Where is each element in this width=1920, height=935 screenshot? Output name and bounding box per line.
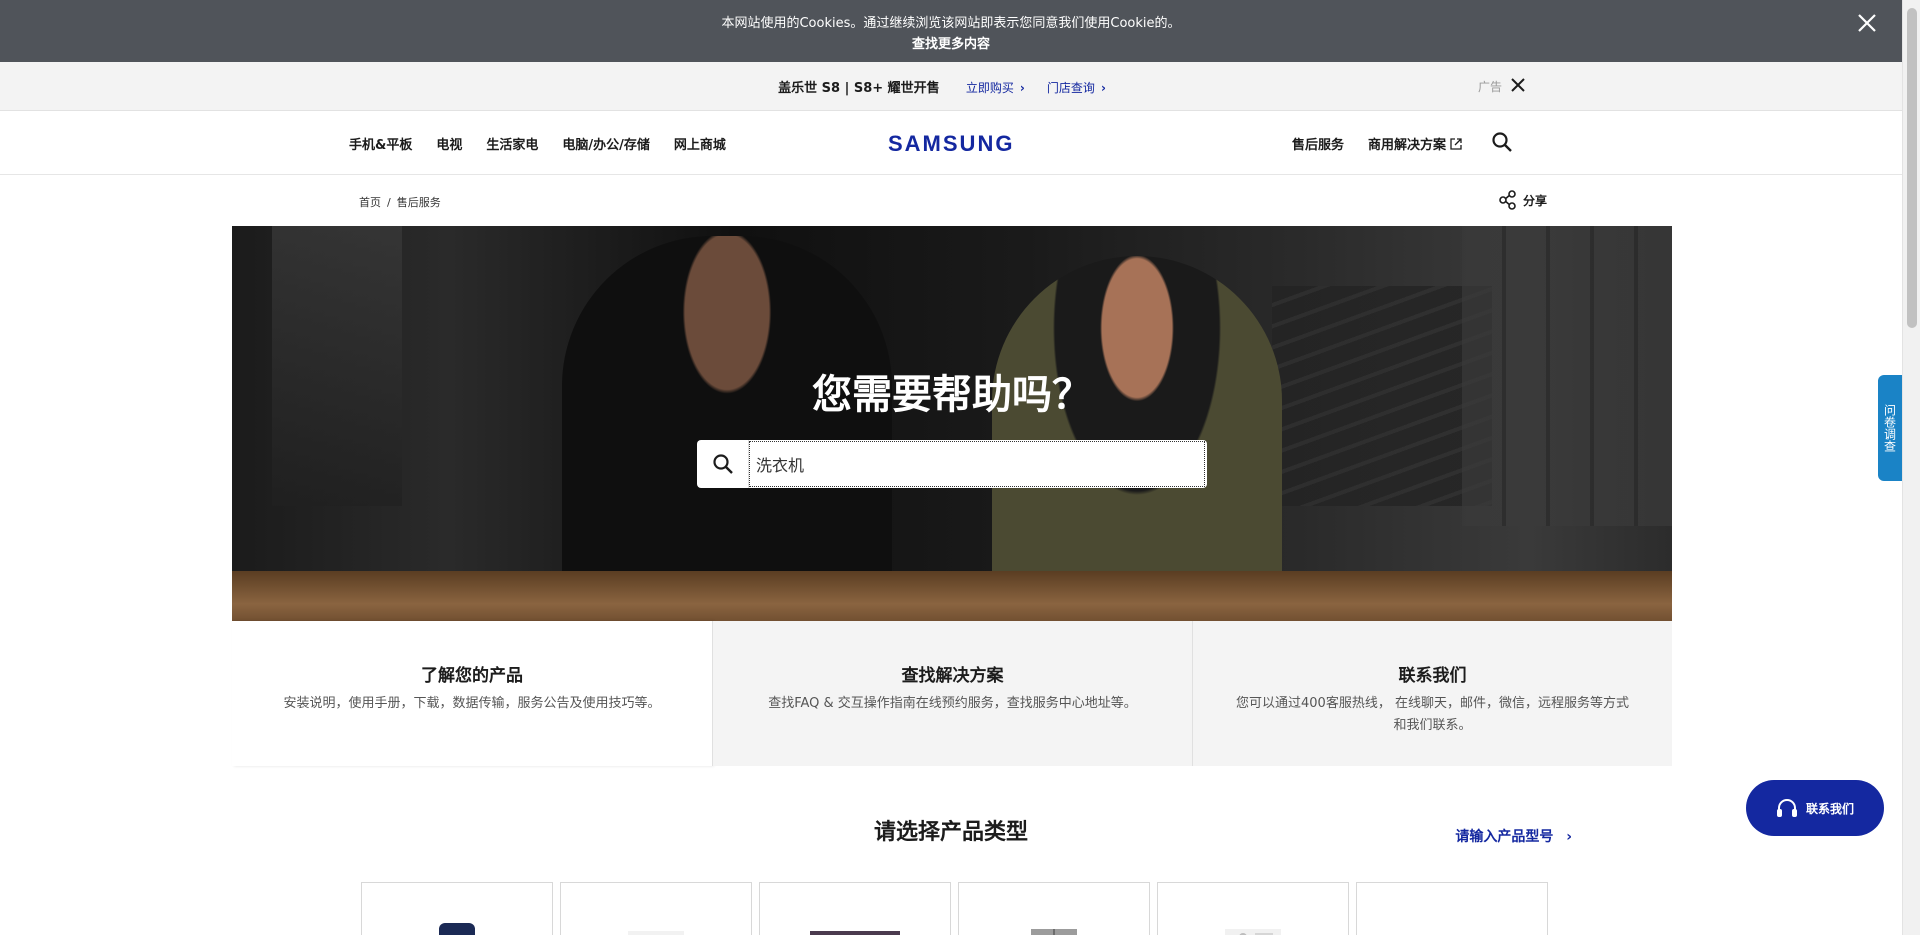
tv-thumbnail-icon	[810, 931, 900, 935]
tab-contact-us[interactable]: 联系我们 您可以通过400客服热线， 在线聊天，邮件，微信，远程服务等方式和我们…	[1192, 621, 1672, 766]
promo-store-lookup-link[interactable]: 门店查询 ›	[1047, 81, 1106, 95]
nav-item-business-label: 商用解决方案	[1367, 138, 1446, 153]
promo-buy-now-link[interactable]: 立即购买 ›	[966, 81, 1025, 95]
product-card-phone[interactable]	[361, 882, 553, 935]
nav-item-computing[interactable]: 电脑/办公/存储	[562, 134, 650, 153]
promo-buy-now-label: 立即购买	[965, 81, 1014, 95]
breadcrumb-current[interactable]: 售后服务	[397, 196, 441, 209]
nav-item-business[interactable]: 商用解决方案	[1368, 134, 1462, 153]
hero-person-left	[562, 236, 892, 616]
search-icon[interactable]	[1491, 131, 1513, 153]
main-nav: 手机&平板 电视 生活家电 电脑/办公/存储 网上商城 SAMSUNG 售后服务…	[0, 111, 1902, 175]
share-label: 分享	[1522, 193, 1547, 208]
enter-model-link[interactable]: 请输入产品型号 ›	[1455, 826, 1572, 846]
hero-person-right	[992, 256, 1282, 616]
promo-headline: 盖乐世 S8 | S8+ 耀世开售	[778, 81, 940, 96]
tab-description: 安装说明，使用手册，下载，数据传输，服务公告及使用技巧等。	[283, 696, 661, 711]
tab-title: 查找解决方案	[901, 666, 1004, 686]
share-button[interactable]: 分享	[1499, 190, 1547, 210]
close-icon[interactable]	[1510, 77, 1526, 93]
headset-icon	[1776, 799, 1797, 817]
cookie-message: 本网站使用的Cookies。通过继续浏览该网站即表示您同意我们使用Cookie的…	[721, 16, 1181, 31]
breadcrumb-home[interactable]: 首页	[359, 196, 381, 209]
tab-description: 查找FAQ & 交互操作指南在线预约服务，查找服务中心地址等。	[768, 696, 1137, 711]
nav-item-service[interactable]: 售后服务	[1292, 134, 1344, 153]
chevron-right-icon: ›	[1100, 81, 1106, 95]
nav-item-shop[interactable]: 网上商城	[674, 134, 726, 153]
product-card-monitor[interactable]	[1356, 882, 1548, 935]
share-icon	[1499, 190, 1516, 210]
close-icon[interactable]	[1856, 12, 1878, 34]
product-card-tv[interactable]	[759, 882, 951, 935]
chevron-right-icon: ›	[1019, 81, 1025, 95]
nav-right-menu: 售后服务 商用解决方案	[1268, 134, 1502, 153]
product-type-list	[361, 882, 1548, 935]
search-button[interactable]	[697, 440, 749, 488]
promo-bar: 盖乐世 S8 | S8+ 耀世开售 立即购买 › 门店查询 › 广告	[0, 62, 1902, 111]
hero-search-box	[697, 440, 1207, 488]
tab-know-your-product[interactable]: 了解您的产品 安装说明，使用手册，下载，数据传输，服务公告及使用技巧等。	[232, 621, 712, 766]
hero-table	[232, 571, 1672, 626]
search-icon	[712, 454, 733, 474]
nav-item-phones[interactable]: 手机&平板	[349, 134, 412, 153]
hero-title: 您需要帮助吗？	[812, 372, 1092, 418]
tab-description: 您可以通过400客服热线， 在线聊天，邮件，微信，远程服务等方式和我们联系。	[1236, 696, 1629, 733]
survey-label: 问卷调查	[1882, 404, 1897, 452]
chevron-right-icon: ›	[1566, 829, 1572, 845]
contact-us-floating-button[interactable]: 联系我们	[1746, 780, 1884, 836]
support-tabs: 了解您的产品 安装说明，使用手册，下载，数据传输，服务公告及使用技巧等。 查找解…	[232, 621, 1672, 766]
washer-thumbnail-icon	[1225, 929, 1281, 935]
product-type-heading: 请选择产品类型	[873, 820, 1028, 845]
product-card-fridge[interactable]	[958, 882, 1150, 935]
ad-label: 广告	[1477, 80, 1502, 94]
tab-title: 联系我们	[1398, 666, 1467, 686]
nav-item-appliances[interactable]: 生活家电	[486, 134, 538, 153]
nav-item-tv[interactable]: 电视	[436, 134, 462, 153]
contact-us-label: 联系我们	[1805, 801, 1854, 816]
breadcrumb-separator: /	[387, 196, 391, 209]
product-card-tablet[interactable]	[560, 882, 752, 935]
tab-find-solutions[interactable]: 查找解决方案 查找FAQ & 交互操作指南在线预约服务，查找服务中心地址等。	[712, 621, 1192, 766]
promo-store-lookup-label: 门店查询	[1046, 81, 1095, 95]
support-search-input[interactable]	[749, 441, 1205, 487]
page-scrollbar[interactable]	[1902, 0, 1920, 935]
hero-banner: 您需要帮助吗？	[232, 226, 1672, 626]
breadcrumb: 首页 / 售后服务	[359, 194, 441, 210]
product-card-washer[interactable]	[1157, 882, 1349, 935]
cookie-learn-more-link[interactable]: 查找更多内容	[0, 33, 1902, 52]
phone-thumbnail-icon	[439, 923, 475, 935]
cookie-banner: 本网站使用的Cookies。通过继续浏览该网站即表示您同意我们使用Cookie的…	[0, 0, 1902, 62]
tablet-thumbnail-icon	[628, 931, 684, 935]
scrollbar-thumb[interactable]	[1907, 8, 1917, 328]
external-link-icon	[1450, 137, 1462, 150]
samsung-logo[interactable]: SAMSUNG	[888, 131, 1014, 157]
enter-model-label: 请输入产品型号	[1455, 829, 1554, 845]
nav-left-menu: 手机&平板 电视 生活家电 电脑/办公/存储 网上商城	[349, 134, 750, 153]
tab-title: 了解您的产品	[421, 666, 523, 686]
survey-tab[interactable]: 问卷调查	[1878, 375, 1902, 481]
fridge-thumbnail-icon	[1031, 929, 1077, 935]
monitor-thumbnail-icon	[1417, 921, 1487, 935]
